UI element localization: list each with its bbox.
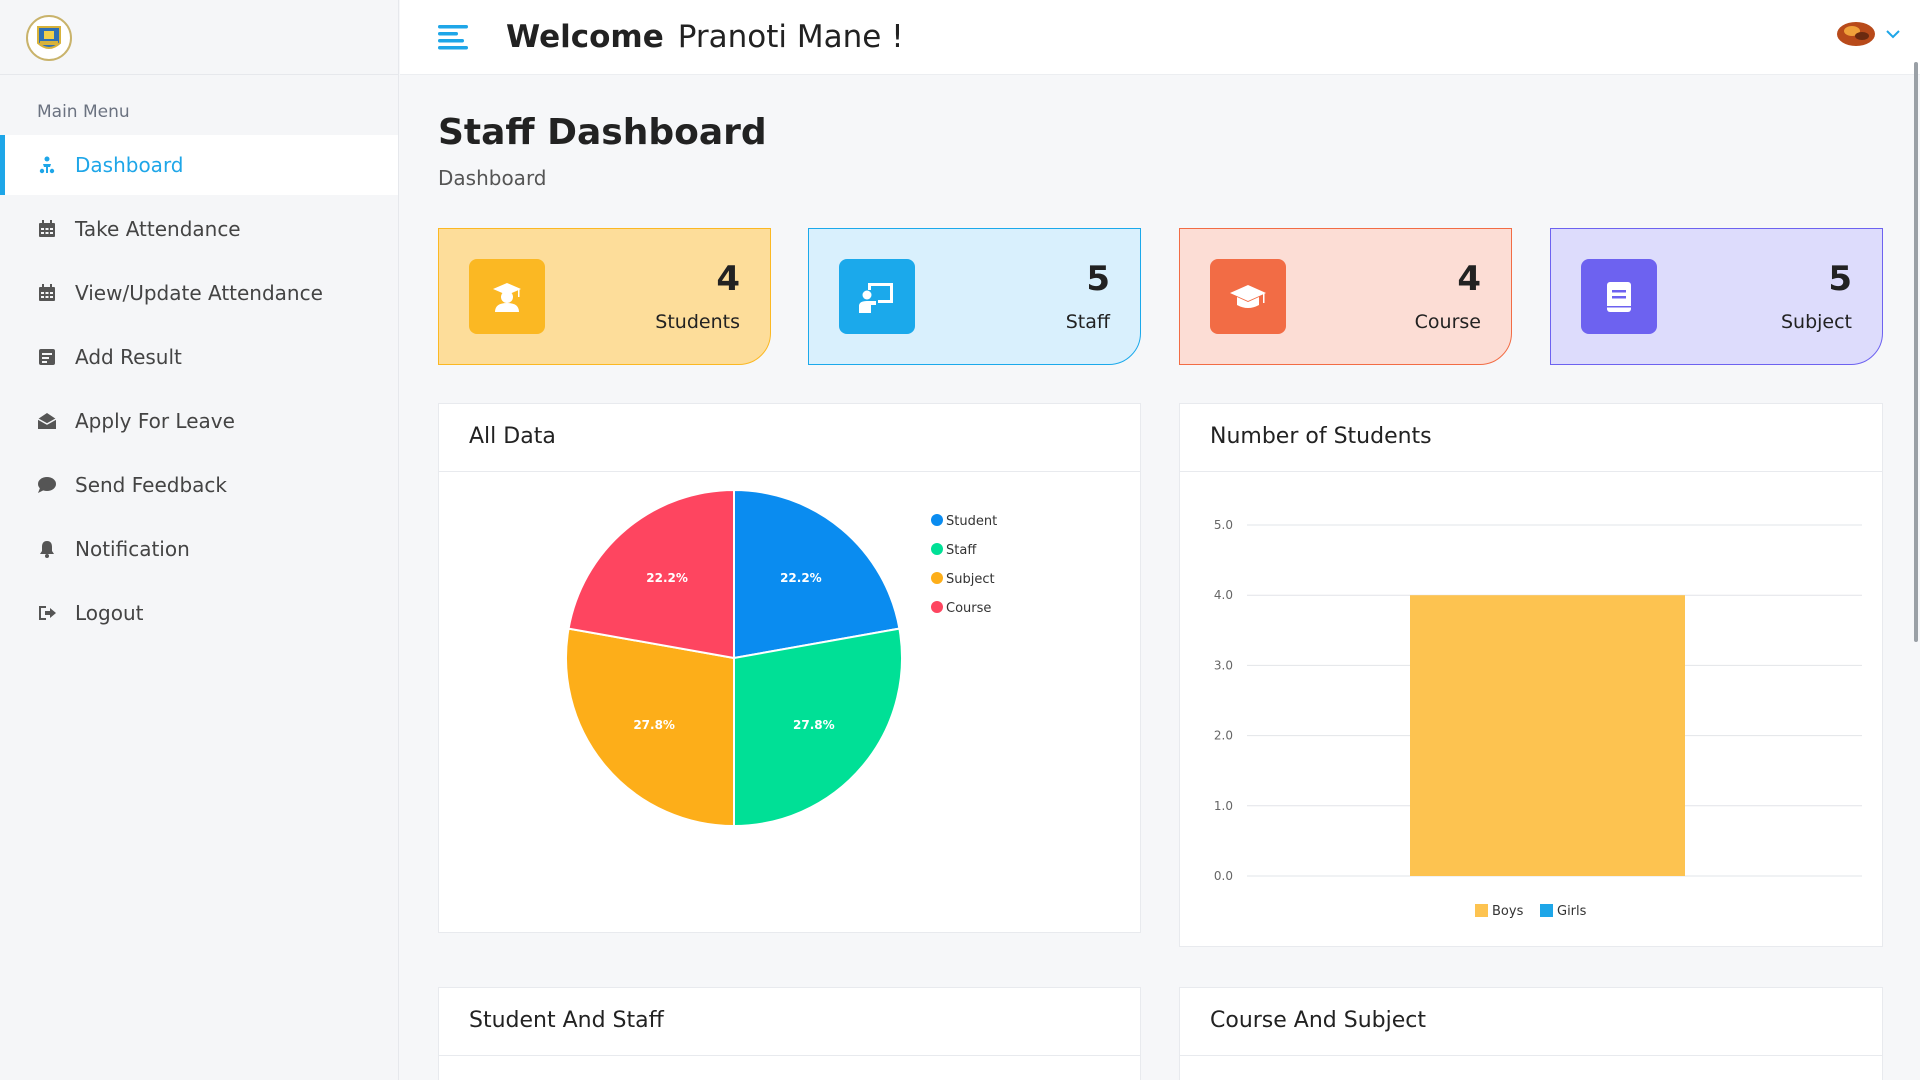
number-of-students-panel: Number of Students 0.0 1.0 2.0 3.0 4.0 5.0 Boy…	[1179, 403, 1883, 947]
course-and-subject-panel: Course And Subject	[1179, 987, 1883, 1080]
sidebar-item-view-update-attendance[interactable]: View/Update Attendance	[0, 263, 398, 323]
chat-icon	[37, 475, 57, 495]
sidebar-item-label: Take Attendance	[75, 217, 241, 241]
sidebar-item-send-feedback[interactable]: Send Feedback	[0, 455, 398, 515]
course-label: Course	[1414, 311, 1481, 333]
course-count: 4	[1457, 259, 1481, 299]
calendar-icon	[37, 219, 57, 239]
dashboard-icon	[37, 155, 57, 175]
welcome-message: Welcome Pranoti Mane !	[506, 19, 904, 55]
legend-marker	[931, 543, 943, 555]
legend-marker	[931, 514, 943, 526]
mortarboard-icon	[1210, 259, 1286, 334]
calendar-icon	[37, 283, 57, 303]
panel-title: Course And Subject	[1180, 988, 1882, 1056]
y-tick-label: 1.0	[1214, 799, 1233, 813]
card-course[interactable]: 4 Course	[1179, 228, 1512, 365]
sidebar-item-notification[interactable]: Notification	[0, 519, 398, 579]
staff-label: Staff	[1065, 311, 1110, 333]
pie-data-label: 27.8%	[633, 718, 675, 732]
page-title: Staff Dashboard	[438, 112, 767, 153]
sidebar-item-label: Dashboard	[75, 153, 184, 177]
user-name: Pranoti Mane !	[677, 19, 904, 55]
school-logo[interactable]	[24, 13, 74, 63]
welcome-label: Welcome	[506, 19, 664, 55]
logo-area	[0, 0, 398, 75]
y-tick-label: 2.0	[1214, 729, 1233, 743]
sidebar-item-label: Logout	[75, 601, 144, 625]
avatar[interactable]	[1836, 20, 1876, 48]
bell-icon	[37, 539, 57, 559]
y-tick-label: 4.0	[1214, 588, 1233, 602]
pie-data-label: 27.8%	[793, 718, 835, 732]
legend-label[interactable]: Girls	[1557, 904, 1587, 919]
envelope-icon	[37, 411, 57, 431]
sidebar: Main Menu Dashboard Take Attendance View…	[0, 0, 399, 1080]
sidebar-item-logout[interactable]: Logout	[0, 583, 398, 643]
page-scrollbar[interactable]	[1914, 62, 1918, 642]
legend-label[interactable]: Boys	[1492, 904, 1524, 919]
top-header: Welcome Pranoti Mane !	[400, 0, 1920, 75]
legend-marker	[1475, 904, 1488, 917]
chevron-down-icon[interactable]	[1884, 25, 1902, 43]
teacher-board-icon	[839, 259, 915, 334]
sidebar-item-add-result[interactable]: Add Result	[0, 327, 398, 387]
sidebar-item-label: Apply For Leave	[75, 409, 235, 433]
stat-cards: 4 Students 5 Staff 4 Course 5 Subject	[438, 228, 1883, 365]
legend-marker	[1540, 904, 1553, 917]
pie-data-label: 22.2%	[646, 571, 688, 585]
book-icon	[1581, 259, 1657, 334]
pie-chart: 22.2% 27.8% 27.8% 22.2% Student Staff Subject C…	[565, 488, 997, 828]
subject-count: 5	[1828, 259, 1852, 299]
legend-label[interactable]: Course	[946, 601, 991, 616]
staff-count: 5	[1086, 259, 1110, 299]
panel-title: Student And Staff	[439, 988, 1140, 1056]
sidebar-item-label: Send Feedback	[75, 473, 227, 497]
breadcrumb: Dashboard	[438, 166, 547, 190]
card-students[interactable]: 4 Students	[438, 228, 771, 365]
y-tick-label: 3.0	[1214, 658, 1233, 672]
legend-label[interactable]: Staff	[946, 543, 977, 558]
legend-label[interactable]: Subject	[946, 572, 995, 587]
main-content: Staff Dashboard Dashboard 4 Students 5 S…	[438, 75, 1883, 1080]
y-tick-label: 5.0	[1214, 518, 1233, 532]
main-menu-heading: Main Menu	[37, 102, 130, 122]
sidebar-item-label: View/Update Attendance	[75, 281, 323, 305]
sidebar-item-label: Add Result	[75, 345, 182, 369]
logout-icon	[37, 603, 57, 623]
legend-marker	[931, 601, 943, 613]
panel-title: All Data	[439, 404, 1140, 472]
sidebar-item-take-attendance[interactable]: Take Attendance	[0, 199, 398, 259]
bar-boys[interactable]	[1410, 595, 1685, 876]
panel-title: Number of Students	[1180, 404, 1882, 472]
hamburger-menu-icon[interactable]	[438, 24, 468, 50]
graduate-icon	[469, 259, 545, 334]
pie-data-label: 22.2%	[780, 571, 822, 585]
sidebar-item-label: Notification	[75, 537, 190, 561]
legend-label[interactable]: Student	[946, 514, 997, 529]
sidebar-item-dashboard[interactable]: Dashboard	[0, 135, 398, 195]
sidebar-item-apply-for-leave[interactable]: Apply For Leave	[0, 391, 398, 451]
bar-chart: 0.0 1.0 2.0 3.0 4.0 5.0 Boys Girls	[1214, 518, 1862, 919]
user-menu[interactable]	[1836, 20, 1902, 48]
students-label: Students	[655, 311, 740, 333]
card-staff[interactable]: 5 Staff	[808, 228, 1141, 365]
card-subject[interactable]: 5 Subject	[1550, 228, 1883, 365]
legend-marker	[931, 572, 943, 584]
student-and-staff-panel: Student And Staff	[438, 987, 1141, 1080]
subject-label: Subject	[1780, 311, 1852, 333]
y-tick-label: 0.0	[1214, 869, 1233, 883]
students-count: 4	[716, 259, 740, 299]
document-icon	[37, 347, 57, 367]
all-data-panel: All Data 22.2% 27.8% 27.8% 22.2% Student Staf…	[438, 403, 1141, 933]
